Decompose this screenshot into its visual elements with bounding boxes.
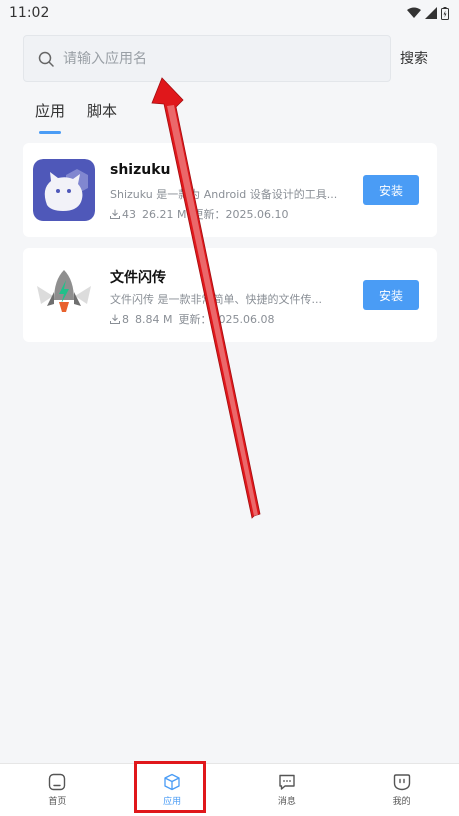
apps-cube-icon — [164, 773, 180, 791]
nav-item-home[interactable]: 首页 — [0, 764, 115, 816]
update-date: 更新：2025.06.08 — [178, 313, 275, 326]
download-count: 8 — [122, 312, 129, 326]
app-card-shizuku[interactable]: shizuku Shizuku 是一款为 Android 设备设计的工具... … — [23, 143, 437, 237]
download-count: 43 — [122, 207, 136, 221]
download-icon — [110, 314, 120, 324]
nav-label: 首页 — [48, 797, 67, 807]
tab-scripts[interactable]: 脚本 — [87, 100, 117, 131]
tab-apps[interactable]: 应用 — [35, 100, 65, 134]
nav-item-messages[interactable]: 消息 — [230, 764, 345, 816]
app-name: 文件闪传 — [110, 270, 166, 286]
status-icons — [407, 6, 449, 20]
app-description: Shizuku 是一款为 Android 设备设计的工具... — [110, 188, 338, 201]
nav-label: 应用 — [163, 797, 182, 807]
battery-icon — [441, 6, 449, 20]
nav-label: 消息 — [277, 797, 296, 807]
app-size: 8.84 M — [135, 312, 173, 326]
message-icon — [279, 774, 295, 790]
download-icon — [110, 209, 120, 219]
nav-item-profile[interactable]: 我的 — [344, 764, 459, 816]
tab-bar: 应用 脚本 — [35, 100, 117, 134]
wifi-icon — [407, 7, 421, 18]
home-icon — [49, 773, 66, 791]
status-time: 11:02 — [9, 5, 50, 21]
app-size: 26.21 M — [142, 207, 187, 221]
search-button[interactable]: 搜索 — [400, 48, 428, 68]
install-button[interactable]: 安装 — [363, 175, 419, 205]
nav-label: 我的 — [392, 797, 411, 807]
search-icon — [38, 51, 54, 67]
search-box — [23, 35, 391, 82]
bottom-nav: 首页 应用 消息 我的 — [0, 763, 459, 816]
signal-icon — [425, 7, 437, 19]
search-input[interactable] — [63, 50, 363, 67]
app-description: 文件闪传 是一款非常简单、快捷的文件传... — [110, 293, 322, 306]
nav-item-apps[interactable]: 应用 — [115, 764, 230, 816]
app-meta: 43 26.21 M 更新：2025.06.10 — [110, 206, 288, 222]
app-meta: 8 8.84 M 更新：2025.06.08 — [110, 311, 274, 327]
app-name: shizuku — [110, 162, 171, 178]
shizuku-app-icon — [33, 159, 95, 221]
profile-icon — [393, 774, 410, 791]
app-card-file-transfer[interactable]: 文件闪传 文件闪传 是一款非常简单、快捷的文件传... 8 8.84 M 更新：… — [23, 248, 437, 342]
status-bar: 11:02 — [0, 0, 459, 26]
update-date: 更新：2025.06.10 — [192, 208, 289, 221]
install-button[interactable]: 安装 — [363, 280, 419, 310]
rocket-app-icon — [33, 264, 95, 326]
